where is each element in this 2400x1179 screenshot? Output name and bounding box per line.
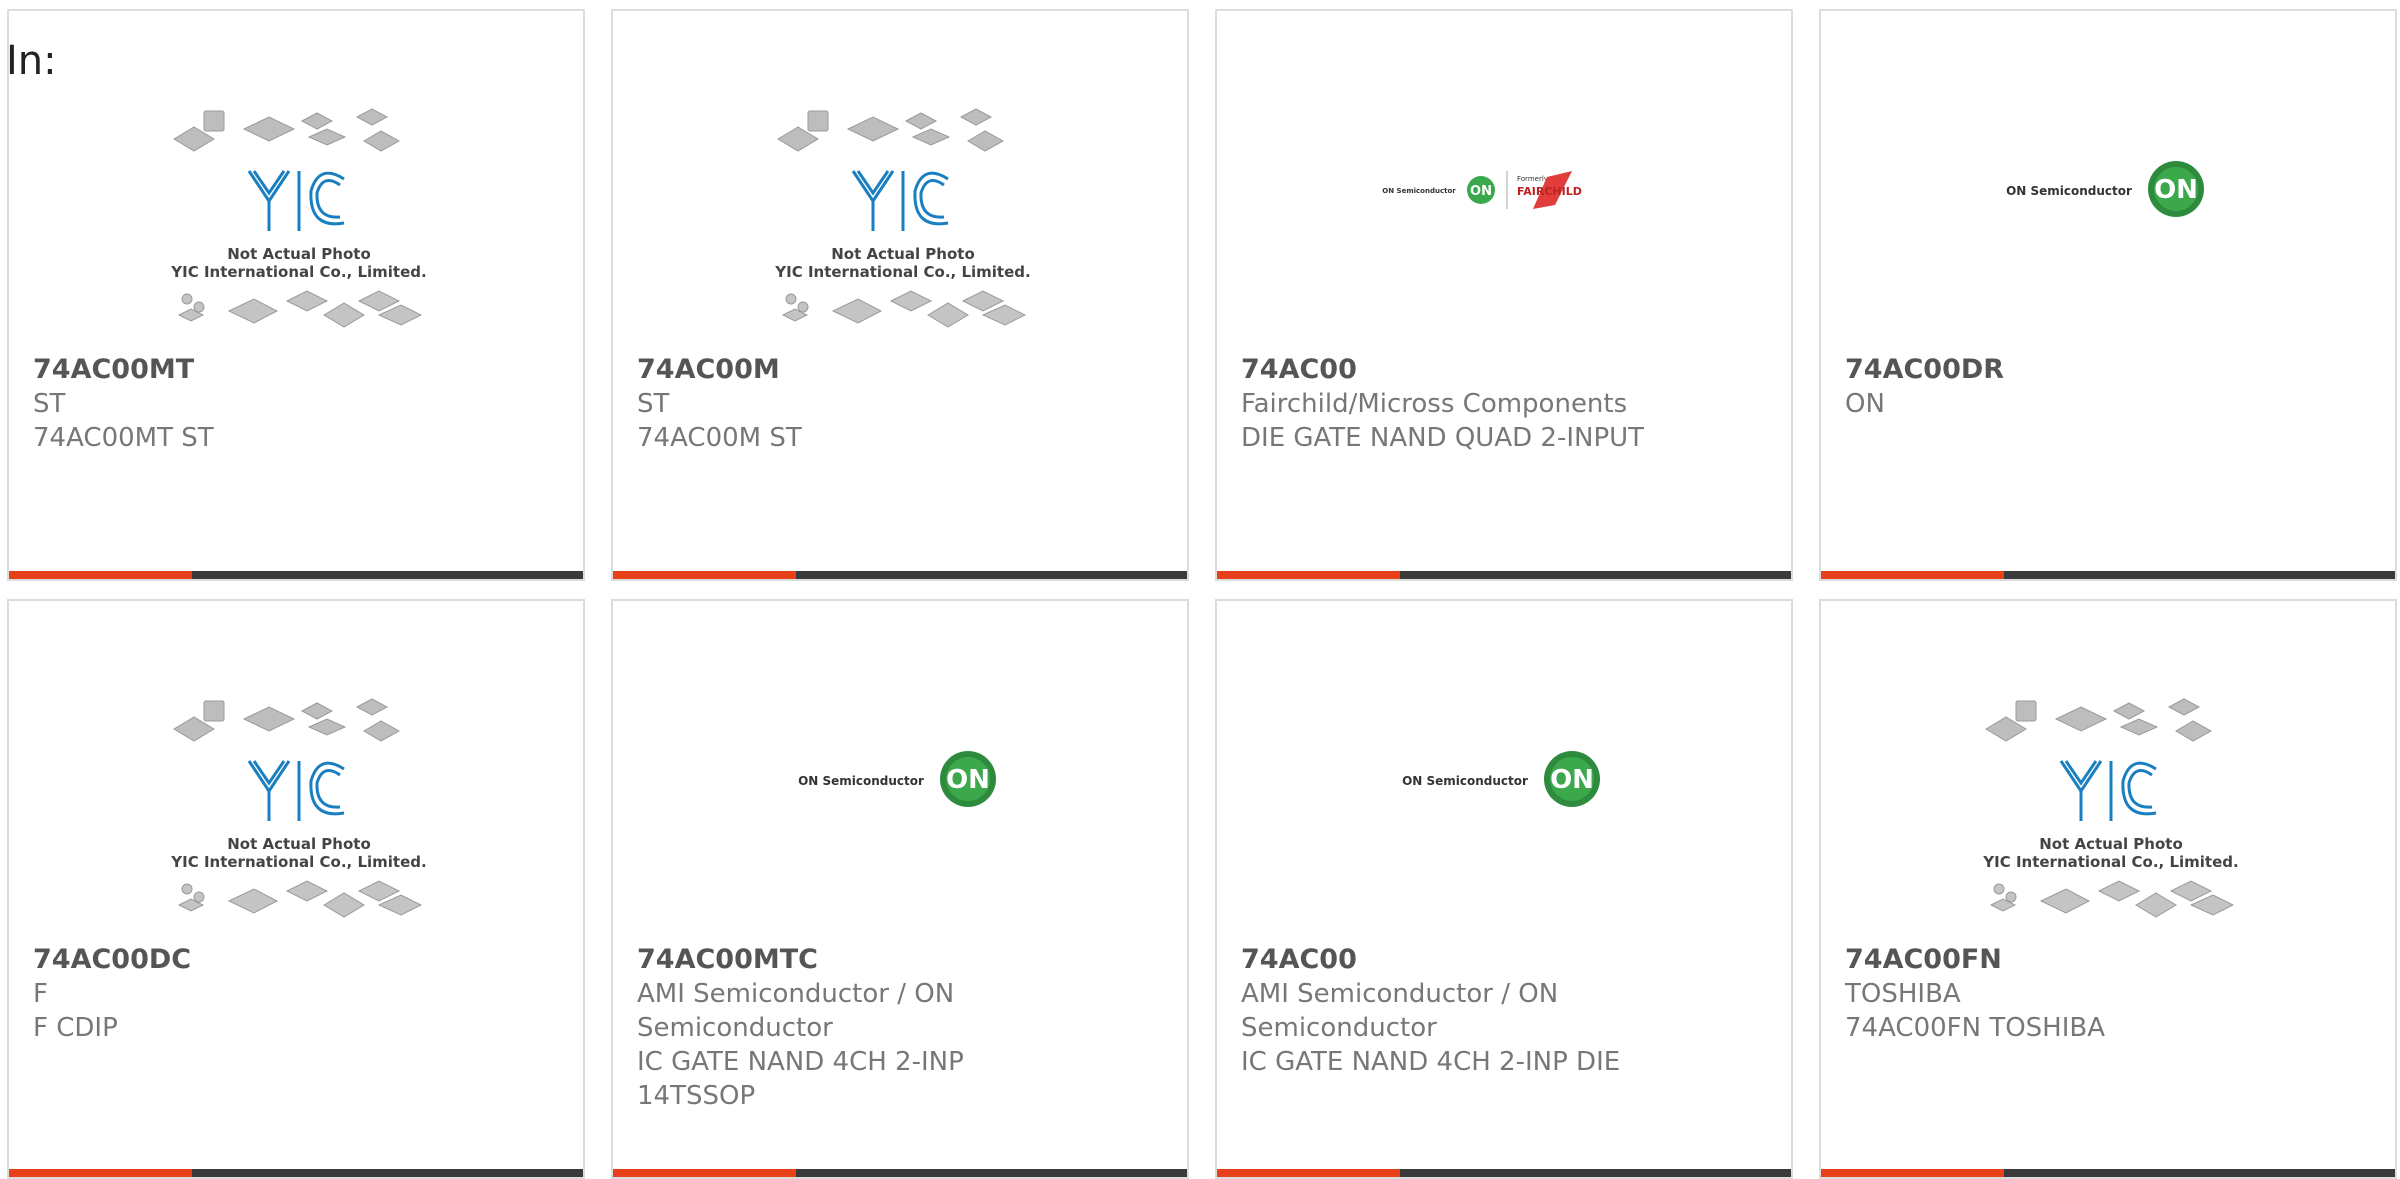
card-footer-bar xyxy=(9,571,583,579)
product-image[interactable]: ON Semiconductor ON xyxy=(1821,11,2395,351)
on-company-name: ON Semiconductor xyxy=(1402,774,1528,788)
page-heading: In: xyxy=(6,38,57,84)
manufacturer-text: TOSHIBA xyxy=(1845,979,1961,1009)
yic-line2: YIC International Co., Limited. xyxy=(170,853,426,871)
card-footer-accent xyxy=(1217,571,1400,579)
part-number[interactable]: 74AC00 xyxy=(1241,943,1771,977)
product-card[interactable]: ON Semiconductor ON 74AC00 AMI Semiconduc… xyxy=(1215,599,1793,1179)
card-footer-bar xyxy=(1821,1169,2395,1177)
part-number[interactable]: 74AC00 xyxy=(1241,353,1771,387)
product-card[interactable]: Not Actual Photo YIC International Co., … xyxy=(7,9,585,581)
on-semiconductor-logo: ON Semiconductor ON xyxy=(798,751,996,807)
part-number[interactable]: 74AC00MT xyxy=(33,353,563,387)
description-text: IC GATE NAND 4CH 2-INP DIE xyxy=(1241,1047,1621,1077)
product-info: 74AC00 Fairchild/Micross Components DIE GA… xyxy=(1241,353,1771,455)
on-badge-text: ON xyxy=(2154,175,2198,205)
card-footer-bar xyxy=(613,1169,1187,1177)
card-footer-accent xyxy=(1821,571,2004,579)
card-footer-bar xyxy=(1217,1169,1791,1177)
product-card[interactable]: ON Semiconductor ON Formerly FAIRCHILD 7… xyxy=(1215,9,1793,581)
product-info: 74AC00DC F F CDIP xyxy=(33,943,563,1045)
description-text: F CDIP xyxy=(33,1013,118,1043)
product-card[interactable]: Not Actual Photo YIC International Co., … xyxy=(7,599,585,1179)
on-semiconductor-logo: ON Semiconductor ON xyxy=(1402,751,1600,807)
yic-line1: Not Actual Photo xyxy=(227,835,371,853)
product-image[interactable]: Not Actual Photo YIC International Co., … xyxy=(1821,601,2395,941)
product-card[interactable]: Not Actual Photo YIC International Co., … xyxy=(1819,599,2397,1179)
product-info: 74AC00MTC AMI Semiconductor / ON Semicondu… xyxy=(637,943,1167,1113)
fairchild-brand: FAIRCHILD xyxy=(1517,185,1582,198)
card-footer-accent xyxy=(613,1169,796,1177)
part-number[interactable]: 74AC00M xyxy=(637,353,1167,387)
description-text: DIE GATE NAND QUAD 2-INPUT xyxy=(1241,423,1645,453)
card-footer-accent xyxy=(9,1169,192,1177)
product-info: 74AC00 AMI Semiconductor / ON Semiconducto… xyxy=(1241,943,1771,1079)
part-number[interactable]: 74AC00DC xyxy=(33,943,563,977)
product-card[interactable]: Not Actual Photo YIC International Co., … xyxy=(611,9,1189,581)
yic-line1: Not Actual Photo xyxy=(227,245,371,263)
on-company-name: ON Semiconductor xyxy=(2006,184,2132,198)
manufacturer-text: ON xyxy=(1845,389,1885,419)
card-footer-accent xyxy=(1217,1169,1400,1177)
product-info: 74AC00FN TOSHIBA 74AC00FN TOSHIBA xyxy=(1845,943,2375,1045)
manufacturer-text: ST xyxy=(33,389,66,419)
part-number[interactable]: 74AC00MTC xyxy=(637,943,1167,977)
product-info: 74AC00M ST 74AC00M ST xyxy=(637,353,1167,455)
product-card[interactable]: ON Semiconductor ON 74AC00DR ON xyxy=(1819,9,2397,581)
yic-placeholder-icon: Not Actual Photo YIC International Co., … xyxy=(170,698,427,918)
card-footer-accent xyxy=(9,571,192,579)
description-text: Semiconductor xyxy=(1241,1013,1437,1043)
product-image[interactable]: ON Semiconductor ON xyxy=(613,601,1187,941)
fairchild-formerly: Formerly xyxy=(1517,175,1548,183)
on-fairchild-logo: ON Semiconductor ON Formerly FAIRCHILD xyxy=(1382,171,1582,209)
product-image[interactable]: ON Semiconductor ON xyxy=(1217,601,1791,941)
yic-placeholder-icon: Not Actual Photo YIC International Co., … xyxy=(170,108,427,328)
product-image[interactable]: ON Semiconductor ON Formerly FAIRCHILD xyxy=(1217,11,1791,351)
description-text: 14TSSOP xyxy=(637,1081,756,1111)
yic-line1: Not Actual Photo xyxy=(831,245,975,263)
part-number[interactable]: 74AC00DR xyxy=(1845,353,2375,387)
manufacturer-text: ST xyxy=(637,389,670,419)
manufacturer-text: AMI Semiconductor / ON xyxy=(637,979,955,1009)
yic-line2: YIC International Co., Limited. xyxy=(1982,853,2238,871)
description-text: IC GATE NAND 4CH 2-INP xyxy=(637,1047,964,1077)
product-info: 74AC00DR ON xyxy=(1845,353,2375,421)
card-footer-bar xyxy=(1217,571,1791,579)
card-footer-bar xyxy=(613,571,1187,579)
on-company-name: ON Semiconductor xyxy=(798,774,924,788)
product-info: 74AC00MT ST 74AC00MT ST xyxy=(33,353,563,455)
product-image[interactable]: Not Actual Photo YIC International Co., … xyxy=(9,601,583,941)
card-footer-bar xyxy=(9,1169,583,1177)
part-number[interactable]: 74AC00FN xyxy=(1845,943,2375,977)
manufacturer-text: F xyxy=(33,979,48,1009)
yic-placeholder-icon: Not Actual Photo YIC International Co., … xyxy=(1982,698,2239,918)
description-text: Semiconductor xyxy=(637,1013,833,1043)
on-badge-text: ON xyxy=(946,765,990,795)
manufacturer-text: AMI Semiconductor / ON xyxy=(1241,979,1559,1009)
on-badge-text: ON xyxy=(1470,184,1492,199)
on-badge-text: ON xyxy=(1550,765,1594,795)
description-text: 74AC00MT ST xyxy=(33,423,214,453)
on-company-name: ON Semiconductor xyxy=(1382,187,1456,195)
product-image[interactable]: Not Actual Photo YIC International Co., … xyxy=(9,11,583,351)
card-footer-accent xyxy=(1821,1169,2004,1177)
yic-placeholder-icon: Not Actual Photo YIC International Co., … xyxy=(774,108,1031,328)
card-footer-bar xyxy=(1821,571,2395,579)
manufacturer-text: Fairchild/Micross Components xyxy=(1241,389,1628,419)
description-text: 74AC00FN TOSHIBA xyxy=(1845,1013,2106,1043)
on-semiconductor-logo: ON Semiconductor ON xyxy=(2006,161,2204,217)
description-text: 74AC00M ST xyxy=(637,423,802,453)
product-card[interactable]: ON Semiconductor ON 74AC00MTC AMI Semicon… xyxy=(611,599,1189,1179)
yic-line1: Not Actual Photo xyxy=(2039,835,2183,853)
product-image[interactable]: Not Actual Photo YIC International Co., … xyxy=(613,11,1187,351)
card-footer-accent xyxy=(613,571,796,579)
yic-line2: YIC International Co., Limited. xyxy=(774,263,1030,281)
yic-line2: YIC International Co., Limited. xyxy=(170,263,426,281)
